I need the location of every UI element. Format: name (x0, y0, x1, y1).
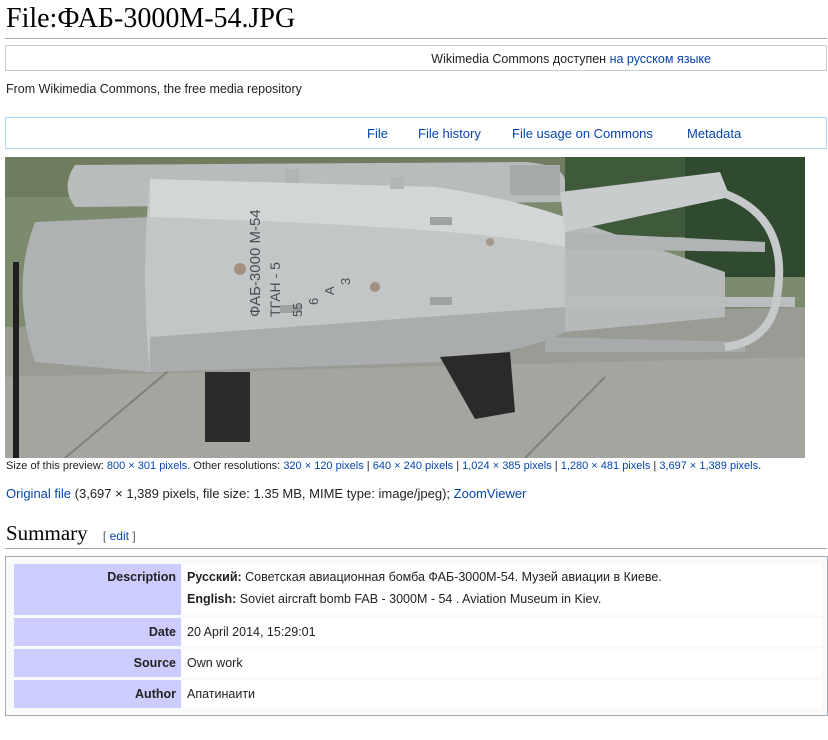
preview-size-info: Size of this preview: 800 × 301 pixels. … (6, 460, 762, 472)
desc-en-lang: English: (187, 592, 237, 606)
description-en: English: Soviet aircraft bomb FAB - 3000… (187, 592, 601, 606)
page-title: File:ФАБ-3000М-54.JPG (6, 3, 296, 34)
site-tagline: From Wikimedia Commons, the free media r… (6, 82, 302, 96)
author-label: Author (14, 680, 181, 708)
title-divider (5, 38, 827, 39)
language-notice: Wikimedia Commons доступен на русском яз… (5, 45, 827, 71)
stencil-text-line-5: А (322, 286, 337, 295)
stencil-text-line-2: ТГАН - 5 (267, 262, 283, 317)
stencil-text-line-4: 6 (306, 298, 321, 305)
toc-file[interactable]: File (367, 126, 388, 141)
original-file-link[interactable]: Original file (6, 486, 71, 501)
toc-file-usage[interactable]: File usage on Commons (512, 126, 653, 141)
zoomviewer-link[interactable]: ZoomViewer (454, 486, 527, 501)
original-file-details: (3,697 × 1,389 pixels, file size: 1.35 M… (74, 486, 451, 501)
source-value: Own work (187, 656, 243, 670)
resolution-link-1280[interactable]: 1,280 × 481 pixels (561, 460, 651, 472)
desc-ru-lang: Русский: (187, 570, 242, 584)
resolutions-end: . (758, 460, 762, 472)
edit-section: [ edit ] (103, 529, 136, 543)
summary-heading: Summary [ edit ] (6, 521, 136, 546)
bomb-photo: ФАБ-3000 М-54 ТГАН - 5 55 6 А 3 (5, 157, 805, 458)
source-row: Source Own work (14, 649, 822, 677)
edit-bracket-close: ] (132, 529, 136, 543)
description-ru: Русский: Советская авиационная бомба ФАБ… (187, 570, 662, 584)
resolution-link-320[interactable]: 320 × 120 pixels (283, 460, 363, 472)
toc-file-history[interactable]: File history (418, 126, 481, 141)
stencil-text-line-1: ФАБ-3000 М-54 (247, 209, 264, 317)
desc-ru-text: Советская авиационная бомба ФАБ-3000М-54… (245, 570, 662, 584)
information-table: Description Русский: Советская авиационн… (5, 556, 828, 716)
summary-title: Summary (6, 521, 88, 545)
summary-divider (5, 548, 827, 549)
stencil-text-line-3: 55 (290, 303, 305, 317)
summary-edit-link[interactable]: edit (110, 529, 129, 543)
date-row: Date 20 April 2014, 15:29:01 (14, 618, 822, 646)
desc-en-text: Soviet aircraft bomb FAB - 3000M - 54 . … (239, 592, 602, 606)
date-label: Date (14, 618, 181, 646)
date-value: 20 April 2014, 15:29:01 (187, 625, 316, 639)
file-toc: File File history File usage on Commons … (5, 117, 827, 149)
language-notice-text: Wikimedia Commons доступен (431, 52, 607, 66)
description-label: Description (14, 564, 181, 615)
author-link[interactable]: Апатинаити (187, 687, 255, 701)
file-preview-image[interactable]: ФАБ-3000 М-54 ТГАН - 5 55 6 А 3 (5, 157, 805, 458)
author-row: Author Апатинаити (14, 680, 822, 708)
russian-language-link[interactable]: на русском языке (610, 52, 711, 66)
edit-bracket-open: [ (102, 529, 107, 543)
resolution-link-640[interactable]: 640 × 240 pixels (373, 460, 453, 472)
other-resolutions-label: . Other resolutions: (187, 460, 281, 472)
preview-size-link[interactable]: 800 × 301 pixels (107, 460, 187, 472)
preview-size-label: Size of this preview: (6, 460, 104, 472)
stencil-text-line-6: 3 (338, 278, 353, 285)
original-file-info: Original file (3,697 × 1,389 pixels, fil… (6, 486, 526, 501)
description-row: Description Русский: Советская авиационн… (14, 564, 822, 615)
resolution-link-full[interactable]: 3,697 × 1,389 pixels (659, 460, 758, 472)
source-label: Source (14, 649, 181, 677)
toc-metadata[interactable]: Metadata (687, 126, 741, 141)
resolution-link-1024[interactable]: 1,024 × 385 pixels (462, 460, 552, 472)
